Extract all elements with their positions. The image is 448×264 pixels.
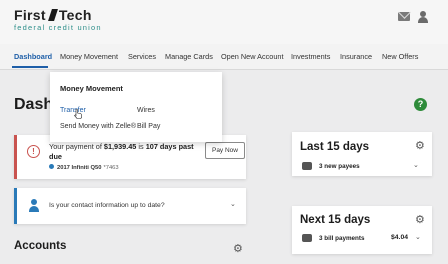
alert-amount: $1,939.45 <box>103 142 137 151</box>
alert-middle: is <box>136 142 146 151</box>
chevron-down-icon[interactable]: ⌄ <box>230 200 236 208</box>
next-15-title: Next 15 days <box>300 214 371 226</box>
header-bar: First Tech federal credit union <box>0 0 448 44</box>
pay-now-button[interactable]: Pay Now <box>205 142 245 159</box>
last-15-title: Last 15 days <box>300 141 370 153</box>
vehicle-name: 2017 Infiniti Q50 <box>57 165 102 171</box>
nav-item-services[interactable]: Services <box>128 52 156 61</box>
menu-item-wires[interactable]: Wires <box>137 107 155 114</box>
next-15-chevron-down-icon[interactable]: ⌄ <box>415 233 421 241</box>
nav-item-dashboard[interactable]: Dashboard <box>14 52 52 61</box>
nav-active-indicator <box>12 66 48 68</box>
new-payees-text[interactable]: 3 new payees <box>319 163 360 170</box>
main-nav: Dashboard Money Movement Services Manage… <box>0 44 448 70</box>
logo-mark-icon <box>47 9 58 21</box>
accounts-heading: Accounts <box>14 240 67 252</box>
money-movement-menu: Money Movement Transfer Wires Send Money… <box>50 72 222 142</box>
last-15-gear-icon[interactable]: ⚙ <box>415 141 425 152</box>
nav-item-money-movement[interactable]: Money Movement <box>60 52 118 61</box>
alert-message: Your payment of $1,939.45 is 107 days pa… <box>49 142 194 162</box>
accounts-gear-icon[interactable]: ⚙ <box>233 244 243 255</box>
last-15-days-card: Last 15 days ⚙ 3 new payees ⌄ <box>292 132 432 176</box>
menu-item-send-money-zelle[interactable]: Send Money with Zelle® <box>60 123 136 130</box>
help-icon[interactable]: ? <box>414 98 427 111</box>
logo-subtitle: federal credit union <box>14 23 102 32</box>
nav-item-open-new-account[interactable]: Open New Account <box>221 52 283 61</box>
logo[interactable]: First Tech <box>14 7 92 23</box>
nav-item-manage-cards[interactable]: Manage Cards <box>165 52 213 61</box>
hand-cursor-icon <box>74 109 82 119</box>
last-15-chevron-down-icon[interactable]: ⌄ <box>413 161 419 169</box>
payee-icon <box>302 162 312 170</box>
nav-item-investments[interactable]: Investments <box>291 52 330 61</box>
warning-icon: ! <box>27 145 40 158</box>
user-icon[interactable] <box>417 11 429 23</box>
contact-info-card[interactable]: Is your contact information up to date? … <box>14 188 246 224</box>
contact-info-question: Is your contact information up to date? <box>49 202 165 209</box>
next-15-days-card: Next 15 days ⚙ 3 bill payments $4.04 ⌄ <box>292 206 432 254</box>
mail-icon[interactable] <box>398 12 410 21</box>
alert-prefix: Your payment of <box>49 142 104 151</box>
bill-payment-icon <box>302 234 312 242</box>
account-dot-icon <box>49 164 54 169</box>
menu-item-bill-pay[interactable]: Bill Pay <box>137 123 160 130</box>
menu-title: Money Movement <box>60 84 123 93</box>
bill-payments-text[interactable]: 3 bill payments <box>319 235 365 242</box>
nav-item-new-offers[interactable]: New Offers <box>382 52 418 61</box>
loan-vehicle[interactable]: 2017 Infiniti Q50 *7463 <box>49 164 119 171</box>
nav-item-insurance[interactable]: Insurance <box>340 52 372 61</box>
vehicle-account-number: *7463 <box>103 165 119 171</box>
logo-text-tech: Tech <box>58 7 92 23</box>
bill-payments-amount: $4.04 <box>391 234 409 241</box>
logo-text-first: First <box>14 7 46 23</box>
person-icon <box>29 199 39 212</box>
next-15-gear-icon[interactable]: ⚙ <box>415 215 425 226</box>
page-title: Dash <box>14 96 54 113</box>
